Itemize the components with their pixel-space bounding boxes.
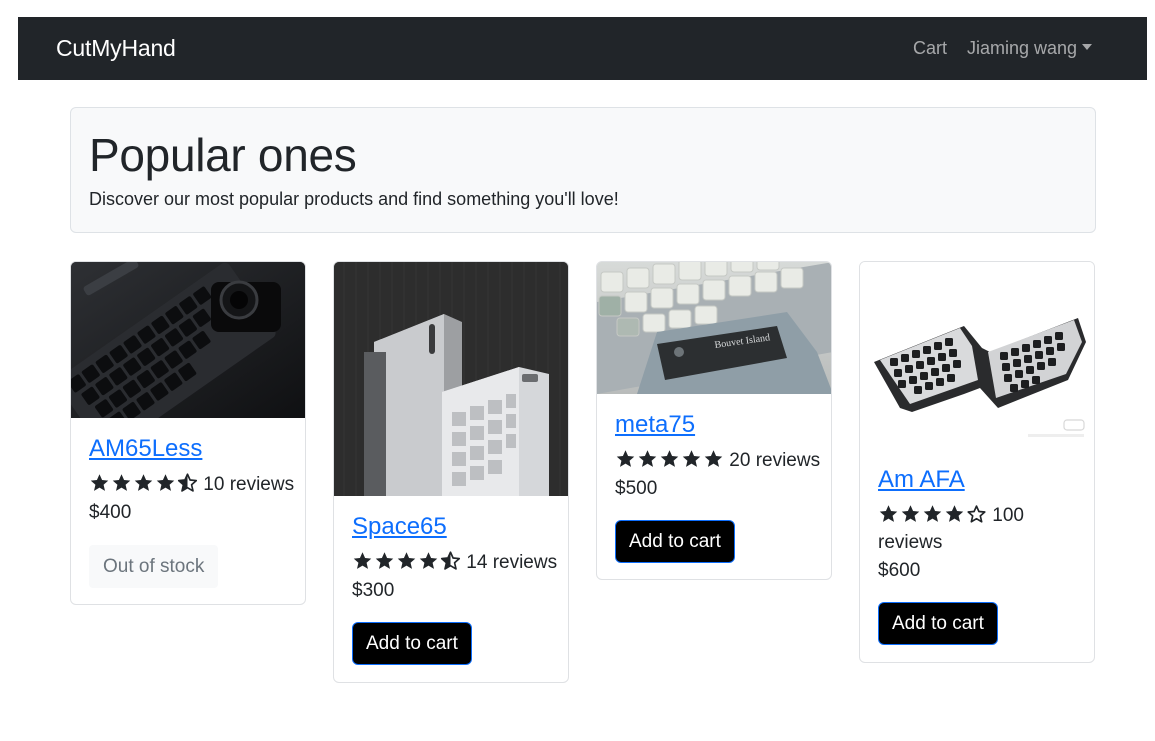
product-link[interactable]: AM65Less bbox=[89, 435, 202, 463]
star-full-icon bbox=[89, 473, 110, 493]
product-image[interactable]: Bouvet Island bbox=[597, 262, 831, 394]
keyboard-photo bbox=[334, 262, 568, 496]
star-full-icon bbox=[922, 504, 943, 524]
caret-down-icon bbox=[1082, 44, 1093, 50]
star-half-icon bbox=[177, 473, 198, 493]
star-full-icon bbox=[637, 449, 658, 469]
star-full-icon bbox=[374, 551, 395, 571]
star-half-icon bbox=[440, 551, 461, 571]
user-dropdown[interactable]: Jiaming wang bbox=[967, 38, 1093, 59]
keyboard-photo: Bouvet Island bbox=[597, 262, 831, 394]
rating-stars bbox=[89, 473, 198, 493]
add-to-cart-button[interactable]: Add to cart bbox=[615, 520, 735, 563]
page-title: Popular ones bbox=[89, 129, 357, 181]
rating-stars bbox=[352, 551, 461, 571]
star-full-icon bbox=[155, 473, 176, 493]
star-full-icon bbox=[659, 449, 680, 469]
add-to-cart-button[interactable]: Add to cart bbox=[878, 602, 998, 645]
star-full-icon bbox=[352, 551, 373, 571]
rating-stars bbox=[878, 504, 987, 524]
star-full-icon bbox=[944, 504, 965, 524]
product-rating: 20 reviews bbox=[615, 447, 820, 474]
review-count-label: reviews bbox=[878, 532, 943, 553]
star-full-icon bbox=[418, 551, 439, 571]
star-full-icon bbox=[681, 449, 702, 469]
keyboard-photo bbox=[71, 262, 305, 418]
rating-stars bbox=[615, 449, 724, 469]
product-link[interactable]: Am AFA bbox=[878, 466, 965, 494]
review-count: 100 bbox=[992, 505, 1024, 526]
star-full-icon bbox=[900, 504, 921, 524]
product-link[interactable]: Space65 bbox=[352, 513, 447, 541]
product-price: $300 bbox=[352, 580, 395, 601]
star-full-icon bbox=[878, 504, 899, 524]
product-price: $400 bbox=[89, 502, 132, 523]
star-full-icon bbox=[111, 473, 132, 493]
review-count: 14 reviews bbox=[466, 552, 558, 573]
nav-cart-link[interactable]: Cart bbox=[913, 38, 947, 59]
out-of-stock-button[interactable]: Out of stock bbox=[89, 545, 219, 588]
product-card: Am AFA 100 reviews $600 Add to cart bbox=[859, 261, 1095, 663]
review-count: 10 reviews bbox=[203, 474, 295, 495]
star-full-icon bbox=[703, 449, 724, 469]
star-full-icon bbox=[396, 551, 417, 571]
product-link[interactable]: meta75 bbox=[615, 411, 695, 439]
product-image[interactable] bbox=[71, 262, 305, 418]
hero-banner: Popular ones Discover our most popular p… bbox=[70, 107, 1096, 233]
page-subtitle: Discover our most popular products and f… bbox=[89, 189, 619, 209]
product-rating: 14 reviews bbox=[352, 549, 557, 576]
keyboard-photo bbox=[874, 318, 1086, 437]
product-rating: 100 reviews bbox=[878, 502, 1078, 556]
top-navbar: CutMyHand Cart Jiaming wang bbox=[18, 17, 1147, 80]
star-empty-icon bbox=[966, 504, 987, 524]
add-to-cart-button[interactable]: Add to cart bbox=[352, 622, 472, 665]
review-count: 20 reviews bbox=[729, 450, 821, 471]
brand-link[interactable]: CutMyHand bbox=[56, 35, 176, 62]
product-price: $500 bbox=[615, 478, 658, 499]
product-image[interactable] bbox=[860, 262, 1094, 448]
star-full-icon bbox=[133, 473, 154, 493]
product-card: Bouvet Island meta75 20 reviews $500 Add… bbox=[596, 261, 832, 580]
product-card: Space65 14 reviews $300 Add to cart bbox=[333, 261, 569, 683]
product-card: AM65Less 10 reviews $400 Out of stock bbox=[70, 261, 306, 605]
user-name: Jiaming wang bbox=[967, 38, 1078, 58]
product-price: $600 bbox=[878, 560, 921, 581]
product-rating: 10 reviews bbox=[89, 471, 294, 498]
star-full-icon bbox=[615, 449, 636, 469]
product-image[interactable] bbox=[334, 262, 568, 496]
